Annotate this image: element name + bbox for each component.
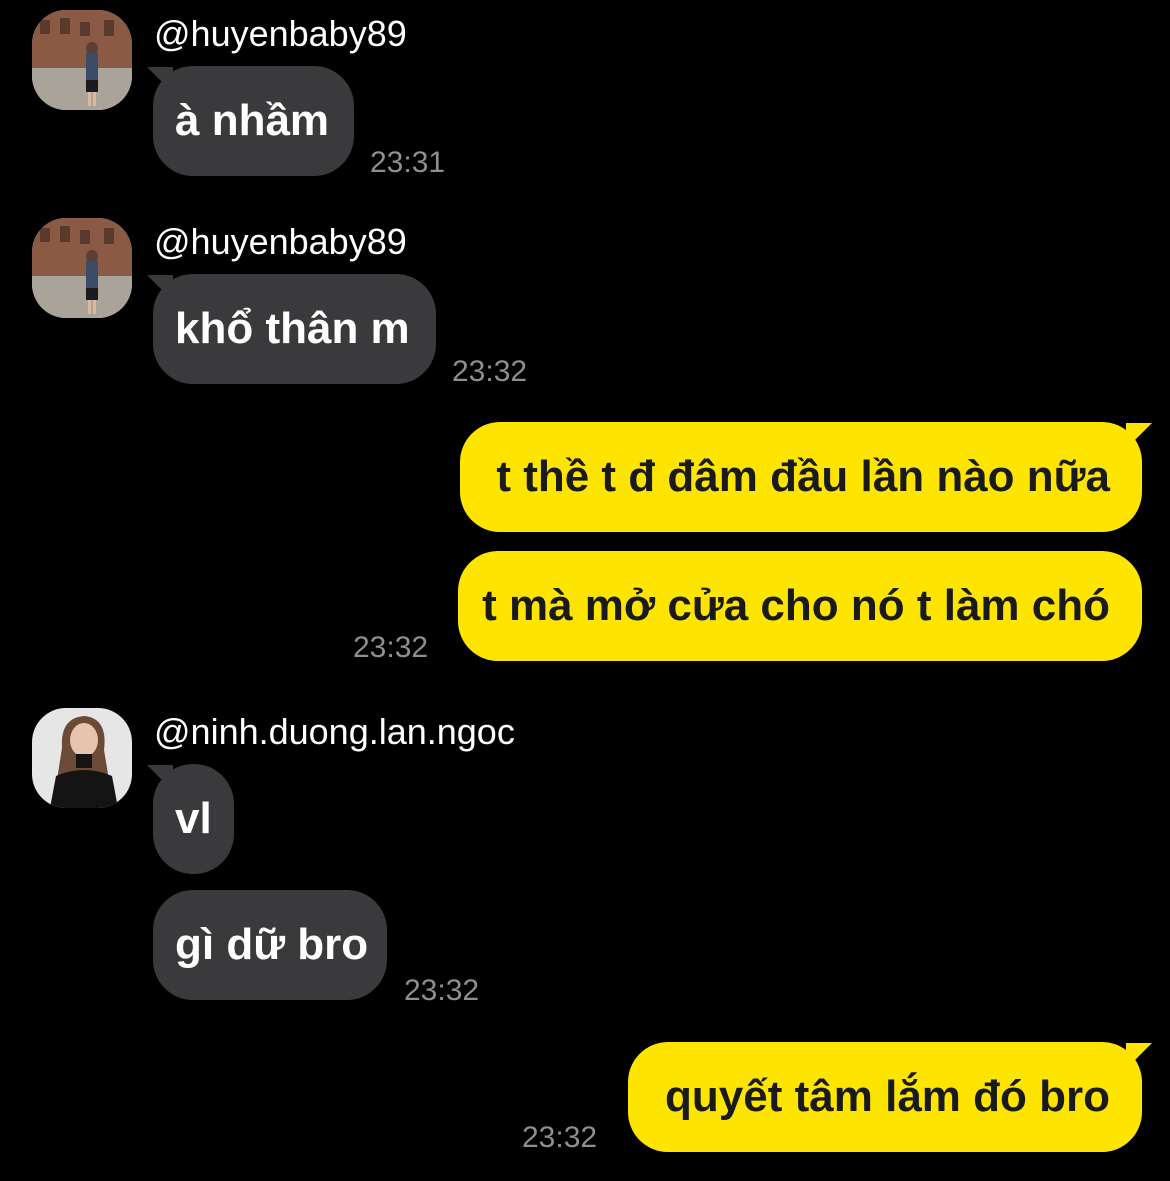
sender-name[interactable]: @huyenbaby89 (154, 220, 407, 264)
message-bubble-outgoing[interactable]: t thề t đ đâm đầu lần nào nữa (460, 422, 1142, 532)
message-timestamp: 23:32 (404, 974, 480, 1007)
message-bubble-incoming[interactable]: gì dữ bro (153, 890, 387, 1000)
message-text: vl (175, 794, 212, 843)
message-text: à nhầm (175, 96, 330, 145)
message-timestamp: 23:31 (370, 146, 446, 179)
avatar-huyenbaby89[interactable] (32, 10, 132, 110)
avatar-ninh-duong-lan-ngoc[interactable] (32, 708, 132, 808)
chat-thread: @huyenbaby89 à nhầm 23:31 @huyenbaby89 k… (0, 0, 1170, 1181)
message-text: t thề t đ đâm đầu lần nào nữa (496, 452, 1110, 501)
message-bubble-incoming[interactable]: vl (153, 764, 234, 874)
message-text: khổ thân m (175, 304, 410, 353)
sender-name[interactable]: @huyenbaby89 (154, 12, 407, 56)
message-text: gì dữ bro (175, 920, 369, 969)
sender-name[interactable]: @ninh.duong.lan.ngoc (154, 710, 515, 754)
message-bubble-incoming[interactable]: khổ thân m (153, 274, 436, 384)
message-bubble-outgoing[interactable]: quyết tâm lắm đó bro (628, 1042, 1142, 1152)
avatar-huyenbaby89[interactable] (32, 218, 132, 318)
message-timestamp: 23:32 (522, 1121, 598, 1154)
message-timestamp: 23:32 (452, 355, 528, 388)
message-text: quyết tâm lắm đó bro (665, 1072, 1110, 1121)
message-timestamp: 23:32 (353, 631, 429, 664)
message-bubble-outgoing[interactable]: t mà mở cửa cho nó t làm chó (458, 551, 1142, 661)
message-text: t mà mở cửa cho nó t làm chó (482, 581, 1110, 630)
message-bubble-incoming[interactable]: à nhầm (153, 66, 354, 176)
